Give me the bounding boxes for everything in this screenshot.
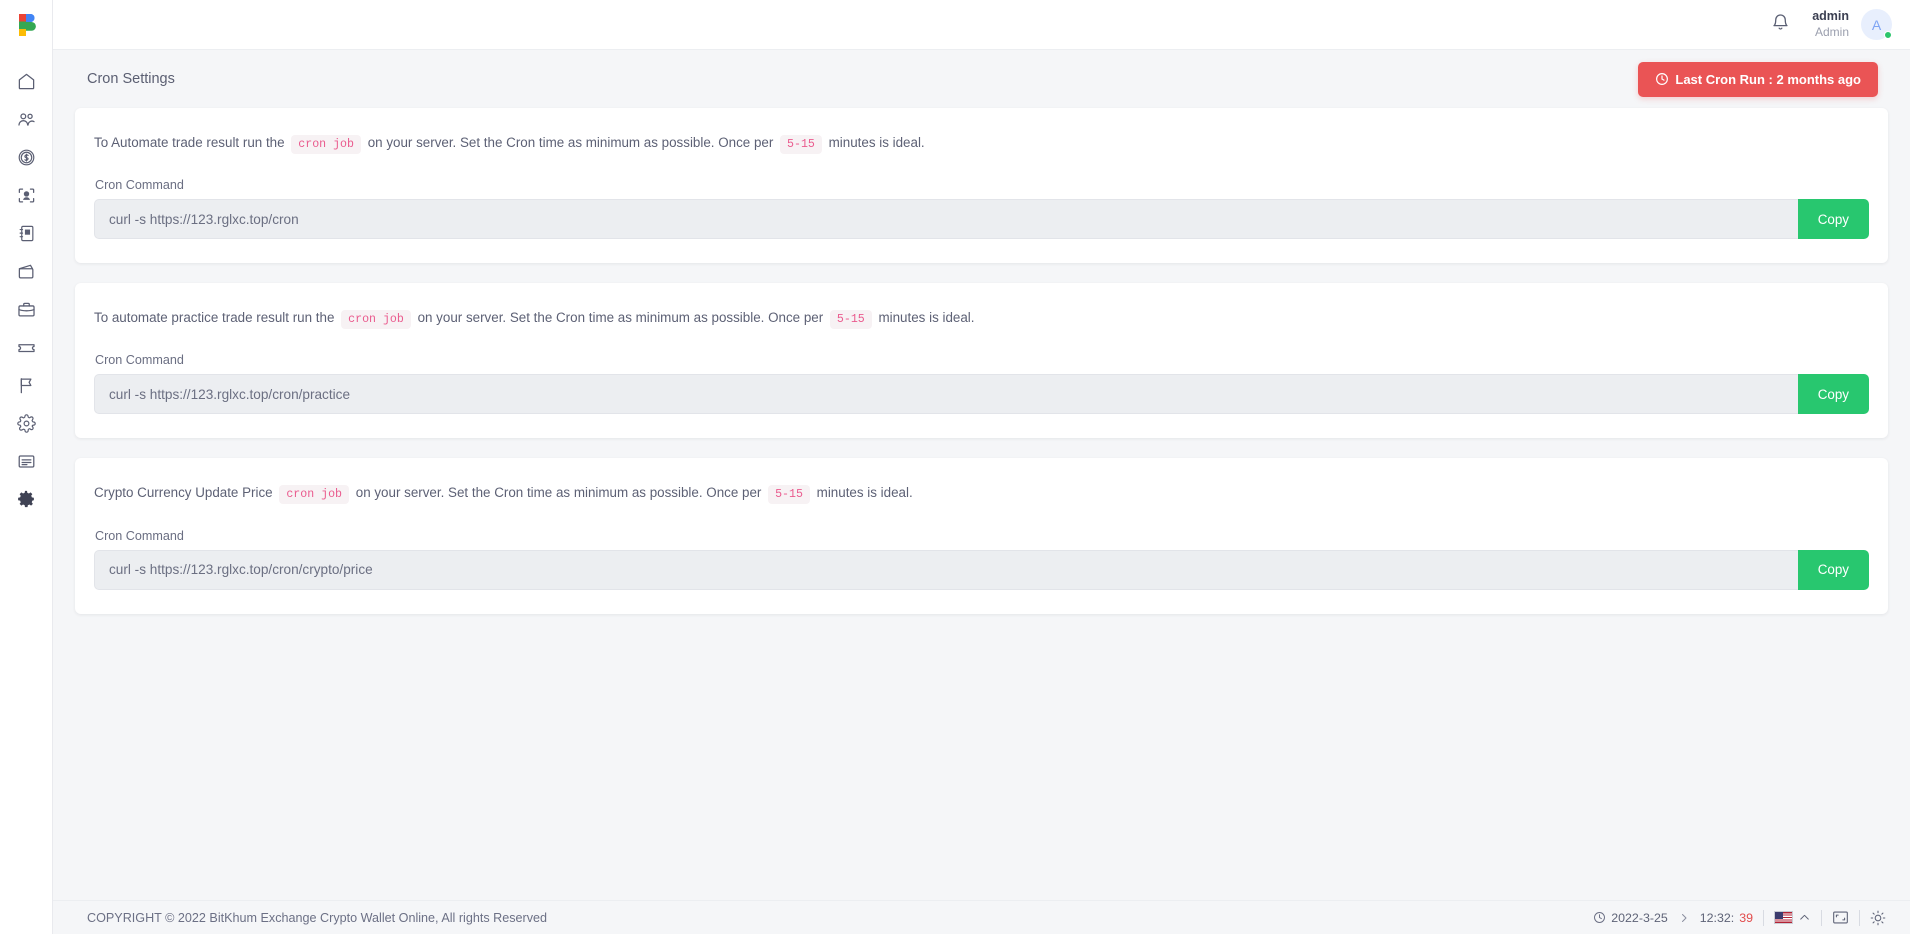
chevron-right-icon	[1681, 913, 1687, 922]
code-interval: 5-15	[768, 485, 810, 505]
copy-button[interactable]: Copy	[1797, 374, 1869, 415]
bitkhum-logo-icon	[19, 14, 36, 36]
last-cron-run-label: Last Cron Run : 2 months ago	[1675, 71, 1861, 87]
date-value: 2022-3-25	[1611, 910, 1668, 925]
language-selector[interactable]	[1774, 911, 1811, 924]
gear-filled-icon	[18, 490, 34, 508]
sidebar-item-preferences[interactable]	[0, 404, 53, 442]
user-menu[interactable]: admin Admin A	[1812, 9, 1892, 40]
document-list-icon	[18, 454, 34, 468]
desc-part-3: minutes is ideal.	[828, 135, 925, 150]
copy-button[interactable]: Copy	[1797, 549, 1869, 590]
cron-card-crypto-price: Crypto Currency Update Price cron job on…	[75, 458, 1888, 614]
online-status-dot	[1884, 31, 1892, 39]
sun-icon	[1870, 910, 1886, 925]
desc-part-1: To Automate trade result run the	[94, 135, 285, 150]
footer-bar: COPYRIGHT © 2022 BitKhum Exchange Crypto…	[53, 900, 1910, 934]
app-root: admin Admin A Cron Settings Last Cron Ru…	[0, 0, 1910, 934]
copyright-text: COPYRIGHT © 2022 BitKhum Exchange Crypto…	[87, 910, 548, 925]
brand-logo[interactable]	[0, 0, 53, 50]
desc-part-3: minutes is ideal.	[816, 485, 913, 501]
us-flag-icon	[1774, 911, 1793, 924]
sidebar-item-home[interactable]	[0, 62, 53, 100]
copy-button[interactable]: Copy	[1797, 199, 1869, 240]
user-scan-icon	[18, 188, 34, 202]
dollar-coin-icon	[18, 149, 34, 165]
fullscreen-button[interactable]	[1832, 910, 1849, 925]
desc-part-3: minutes is ideal.	[878, 310, 975, 326]
sidebar-item-settings[interactable]	[0, 480, 53, 518]
sidebar-item-kyc[interactable]	[0, 176, 53, 214]
last-cron-run-button[interactable]: Last Cron Run : 2 months ago	[1638, 61, 1878, 97]
user-name: admin	[1812, 9, 1849, 24]
users-icon	[17, 112, 35, 126]
main-area: admin Admin A Cron Settings Last Cron Ru…	[53, 0, 1910, 934]
fullscreen-icon	[1833, 911, 1848, 924]
sidebar-item-finance[interactable]	[0, 138, 53, 176]
code-interval: 5-15	[829, 310, 872, 330]
code-cron-job: cron job	[341, 310, 411, 330]
cron-command-input[interactable]	[94, 199, 1798, 240]
sidebar-item-contacts[interactable]	[0, 214, 53, 252]
chevron-up-icon	[1800, 914, 1809, 920]
clock-icon	[1594, 912, 1606, 923]
card-description: Crypto Currency Update Price cron job on…	[94, 484, 1869, 505]
home-icon	[18, 73, 34, 89]
code-cron-job: cron job	[279, 485, 350, 505]
cron-command-group: Copy	[94, 549, 1869, 590]
cron-card-practice: To automate practice trade result run th…	[75, 283, 1888, 439]
cron-command-label: Cron Command	[95, 178, 184, 193]
sidebar-item-wallet[interactable]	[0, 252, 53, 290]
wallet-icon	[18, 264, 33, 278]
card-description: To automate practice trade result run th…	[94, 309, 1869, 330]
briefcase-icon	[17, 302, 35, 316]
sidebar	[0, 0, 53, 934]
desc-part-1: To automate practice trade result run th…	[94, 310, 335, 326]
user-role: Admin	[1814, 24, 1849, 39]
avatar[interactable]: A	[1861, 9, 1892, 40]
flag-icon	[20, 377, 31, 393]
time-seconds: 39	[1739, 910, 1753, 925]
page-title: Cron Settings	[87, 71, 175, 87]
address-book-icon	[19, 225, 33, 241]
ticket-icon	[17, 343, 35, 352]
desc-part-2: on your server. Set the Cron time as min…	[355, 485, 762, 501]
divider	[1763, 909, 1764, 926]
desc-part-2: on your server. Set the Cron time as min…	[417, 310, 824, 326]
date-display[interactable]: 2022-3-25	[1593, 911, 1668, 925]
sidebar-item-users[interactable]	[0, 100, 53, 138]
sidebar-item-tickets[interactable]	[0, 328, 53, 366]
divider	[1859, 909, 1860, 926]
divider	[1821, 909, 1822, 926]
cron-command-group: Copy	[94, 199, 1869, 240]
sidebar-nav	[0, 62, 53, 518]
status-bar: 2022-3-25 12:32: 39	[1593, 909, 1886, 926]
card-description: To Automate trade result run the cron jo…	[94, 134, 1869, 154]
time-display: 12:32: 39	[1700, 911, 1753, 925]
cron-command-input[interactable]	[94, 549, 1798, 590]
time-value: 12:32:	[1699, 910, 1735, 925]
cron-card-trade: To Automate trade result run the cron jo…	[75, 108, 1888, 264]
page-header: Cron Settings Last Cron Run : 2 months a…	[75, 50, 1888, 108]
user-info: admin Admin	[1812, 9, 1849, 40]
code-interval: 5-15	[780, 135, 822, 154]
page-content: Cron Settings Last Cron Run : 2 months a…	[53, 50, 1910, 900]
code-cron-job: cron job	[291, 135, 361, 154]
sidebar-item-pages[interactable]	[0, 442, 53, 480]
sidebar-item-portfolio[interactable]	[0, 290, 53, 328]
brightness-toggle[interactable]	[1870, 910, 1886, 926]
clock-icon	[1656, 73, 1669, 85]
avatar-initial: A	[1871, 16, 1882, 33]
cron-command-label: Cron Command	[95, 528, 184, 543]
cron-command-group: Copy	[94, 374, 1869, 415]
bell-icon	[1773, 13, 1788, 30]
top-header: admin Admin A	[53, 0, 1910, 50]
gear-outline-icon	[16, 413, 36, 433]
cron-command-input[interactable]	[94, 374, 1798, 415]
cron-command-label: Cron Command	[95, 353, 184, 368]
desc-part-1: Crypto Currency Update Price	[94, 485, 273, 501]
notification-bell-button[interactable]	[1771, 13, 1790, 37]
desc-part-2: on your server. Set the Cron time as min…	[367, 135, 774, 150]
sidebar-item-reports[interactable]	[0, 366, 53, 404]
